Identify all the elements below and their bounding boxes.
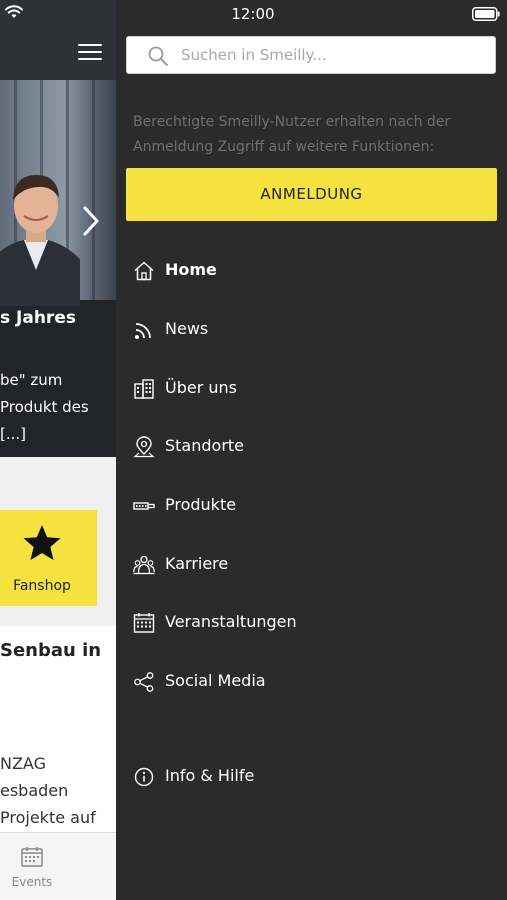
home-icon (134, 261, 154, 281)
article-title: Senbau in (0, 640, 102, 661)
search-icon (148, 46, 168, 66)
nav-item-locations[interactable]: Standorte (116, 424, 507, 470)
rss-icon (135, 323, 151, 339)
navigation-drawer: 12:00 Berechtigte Smeilly-Nutzer erhalte… (116, 0, 507, 900)
bottom-tab-bar: Events (0, 832, 116, 900)
hero-title: s Jahres (0, 308, 76, 328)
nav-label: Social Media (165, 671, 266, 690)
background-top-bar (0, 0, 116, 80)
star-icon (23, 525, 61, 560)
nav-label: Über uns (165, 378, 237, 397)
nav-item-info-help[interactable]: Info & Hilfe (116, 754, 507, 800)
nav-item-products[interactable]: Produkte (116, 483, 507, 529)
share-icon (134, 672, 154, 692)
hero-slider[interactable]: s Jahres be" zum Produkt des [...] (0, 80, 116, 457)
product-icon (133, 502, 155, 510)
nav-label: Info & Hilfe (165, 766, 255, 785)
status-bar: 12:00 (116, 0, 507, 28)
nav-label: Home (165, 260, 217, 279)
hamburger-menu-icon[interactable] (78, 42, 102, 62)
people-icon (133, 555, 155, 575)
login-hint-text: Berechtigte Smeilly-Nutzer erhalten nach… (133, 114, 451, 155)
nav-label: News (165, 319, 209, 338)
fanshop-label: Fanshop (13, 578, 71, 594)
info-icon (134, 767, 154, 787)
chevron-right-icon[interactable] (80, 204, 102, 238)
person-photo (0, 174, 80, 306)
calendar-icon (133, 613, 155, 633)
article-text: NZAG esbaden Projekte auf (0, 754, 96, 827)
status-time: 12:00 (231, 5, 275, 23)
nav-item-events[interactable]: Veranstaltungen (116, 600, 507, 646)
nav-label: Veranstaltungen (165, 612, 297, 631)
nav-label: Produkte (165, 495, 237, 514)
calendar-icon[interactable] (21, 847, 43, 867)
hero-text: be" zum Produkt des [...] (0, 371, 89, 443)
wifi-icon (5, 5, 23, 18)
nav-item-news[interactable]: News (116, 307, 507, 353)
nav-item-about[interactable]: Über uns (116, 366, 507, 412)
nav-label: Karriere (165, 554, 229, 573)
article-card[interactable]: Senbau in NZAG esbaden Projekte auf (0, 626, 116, 832)
login-button[interactable]: ANMELDUNG (126, 168, 497, 221)
nav-label: Standorte (165, 436, 245, 455)
battery-icon (472, 7, 500, 21)
search-box[interactable] (126, 36, 496, 74)
nav-item-social-media[interactable]: Social Media (116, 659, 507, 705)
building-icon (134, 379, 154, 399)
nav-item-home[interactable]: Home (116, 248, 507, 294)
nav-item-career[interactable]: Karriere (116, 542, 507, 588)
search-input[interactable] (181, 37, 481, 73)
fanshop-tile[interactable]: Fanshop (0, 510, 97, 606)
tab-events-label[interactable]: Events (0, 875, 64, 889)
map-pin-icon (133, 436, 155, 458)
background-app: s Jahres be" zum Produkt des [...] Fansh… (0, 0, 116, 900)
